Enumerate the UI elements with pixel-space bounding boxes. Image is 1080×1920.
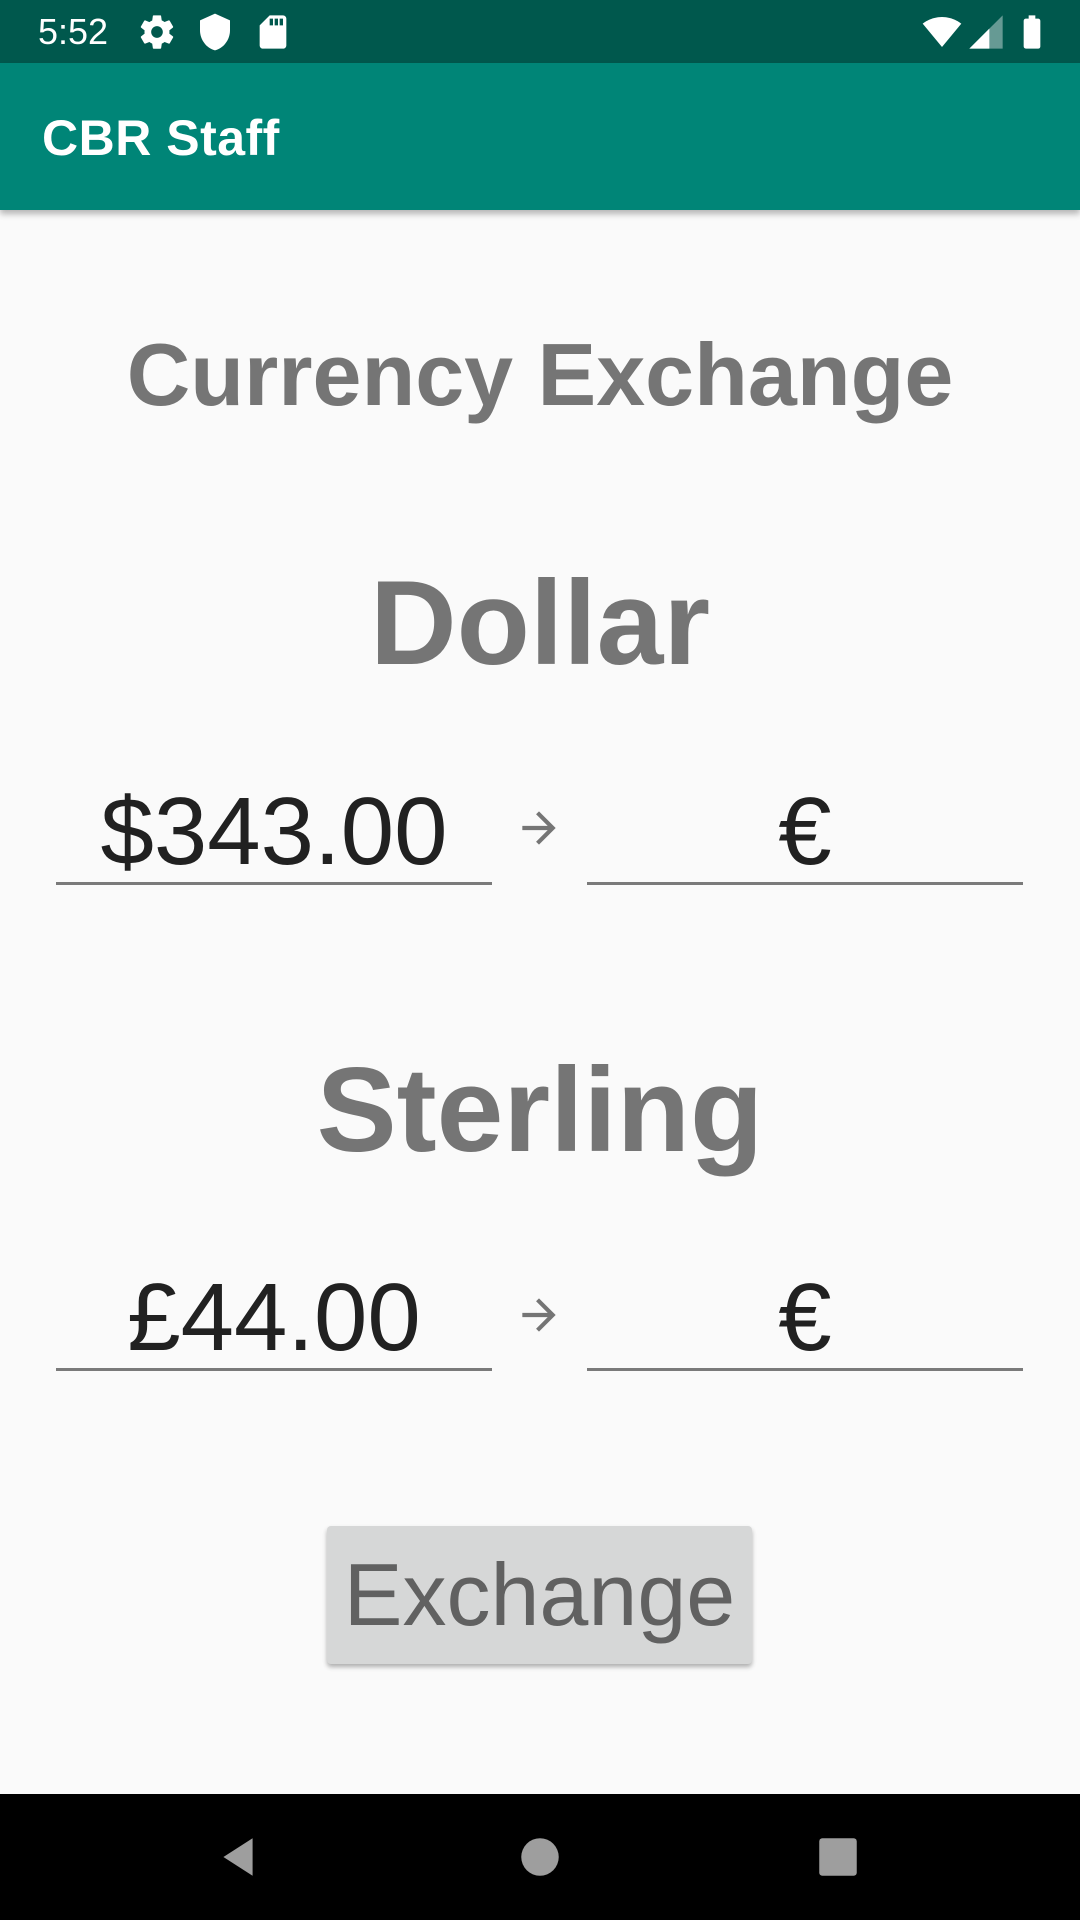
arrow-right-icon xyxy=(522,1298,556,1332)
dollar-euro-output[interactable]: € xyxy=(587,782,1023,885)
dollar-label: Dollar xyxy=(369,556,711,690)
battery-icon xyxy=(1023,15,1041,49)
arrow-right-icon xyxy=(522,811,556,845)
wifi-icon xyxy=(922,17,962,47)
screen-title: Currency Exchange xyxy=(126,325,954,424)
home-icon[interactable] xyxy=(515,1832,565,1882)
screen: 5:52 CBR Staff Currency Exchange Dollar … xyxy=(0,0,1080,1920)
nav-bar xyxy=(0,1794,1080,1920)
gear-icon xyxy=(140,15,174,49)
recents-icon[interactable] xyxy=(813,1832,863,1882)
status-time: 5:52 xyxy=(38,11,109,52)
back-icon[interactable] xyxy=(213,1832,263,1882)
exchange-button[interactable]: Exchange xyxy=(327,1526,752,1664)
dollar-amount-input[interactable]: $343.00 xyxy=(56,782,492,885)
sterling-label: Sterling xyxy=(316,1043,764,1177)
status-bar: 5:52 xyxy=(0,0,1080,63)
app-title: CBR Staff xyxy=(42,110,280,166)
sterling-euro-output[interactable]: € xyxy=(587,1268,1023,1371)
sterling-amount-input[interactable]: £44.00 xyxy=(56,1268,492,1371)
sd-card-icon xyxy=(259,15,287,49)
signal-icon xyxy=(969,15,1003,49)
app-bar: CBR Staff xyxy=(0,63,1080,210)
shield-icon xyxy=(200,13,230,51)
